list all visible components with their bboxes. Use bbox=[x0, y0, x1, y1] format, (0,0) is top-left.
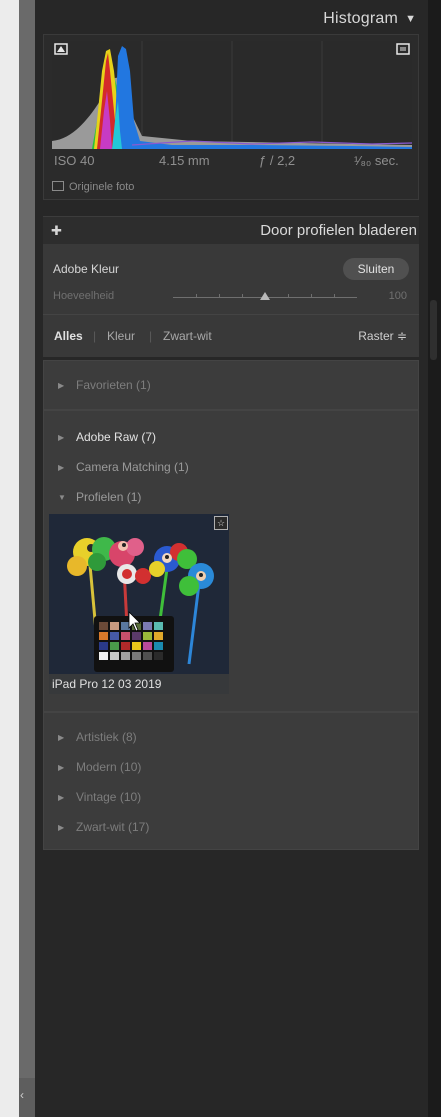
close-button[interactable]: Sluiten bbox=[343, 258, 409, 280]
filter-color[interactable]: Kleur bbox=[107, 329, 135, 343]
group-label: Camera Matching (1) bbox=[76, 460, 189, 474]
group-favorites[interactable]: ▶ Favorieten (1) bbox=[58, 378, 151, 392]
histogram-header[interactable]: Histogram ▼ bbox=[35, 6, 428, 34]
slider-tick bbox=[334, 294, 335, 297]
triangle-down-icon[interactable]: ▼ bbox=[405, 13, 416, 25]
profile-browser-title: Door profielen bladeren bbox=[260, 222, 417, 239]
group-vintage[interactable]: ▶ Vintage (10) bbox=[58, 790, 141, 804]
triangle-right-icon: ▶ bbox=[58, 793, 65, 802]
group-profiles[interactable]: ▼ Profielen (1) bbox=[58, 490, 141, 504]
group-adobe-raw[interactable]: ▶ Adobe Raw (7) bbox=[58, 430, 156, 444]
filter-separator: | bbox=[93, 329, 97, 343]
group-label: Artistiek (8) bbox=[76, 730, 137, 744]
triangle-right-icon: ▶ bbox=[58, 381, 65, 390]
group-label: Modern (10) bbox=[76, 760, 142, 774]
profile-filter-row: Alles | Kleur | Zwart-wit Raster ≑ bbox=[43, 314, 419, 357]
group-label: Vintage (10) bbox=[76, 790, 142, 804]
scrollbar[interactable] bbox=[428, 0, 441, 1117]
filter-all[interactable]: Alles bbox=[54, 329, 83, 343]
triangle-right-icon: ▶ bbox=[58, 823, 65, 832]
left-panel-toggle[interactable]: ‹ bbox=[19, 1078, 35, 1117]
slider-tick bbox=[311, 294, 312, 297]
chevron-icon: ‹ bbox=[20, 1088, 24, 1102]
group-modern[interactable]: ▶ Modern (10) bbox=[58, 760, 141, 774]
histogram-plot bbox=[52, 41, 413, 149]
histogram-title: Histogram bbox=[323, 10, 398, 27]
scrollbar-thumb[interactable] bbox=[430, 300, 437, 360]
original-photo-toggle[interactable]: Originele foto bbox=[52, 181, 134, 193]
group-label: Favorieten (1) bbox=[76, 378, 151, 392]
amount-slider-thumb[interactable] bbox=[260, 292, 270, 300]
star-icon[interactable]: ☆ bbox=[214, 516, 228, 530]
left-panel-edge bbox=[19, 0, 35, 1117]
shutter-value: ¹⁄₈₀ sec. bbox=[354, 153, 399, 168]
slider-tick bbox=[196, 294, 197, 297]
group-camera-matching[interactable]: ▶ Camera Matching (1) bbox=[58, 460, 189, 474]
view-mode-dropdown[interactable]: Raster ≑ bbox=[358, 329, 407, 343]
triangle-right-icon: ▶ bbox=[58, 733, 65, 742]
group-label: Profielen (1) bbox=[76, 490, 142, 504]
current-profile-section: Adobe Kleur Sluiten Hoeveelheid 100 bbox=[43, 244, 419, 314]
current-profile-name: Adobe Kleur bbox=[53, 262, 120, 276]
slider-tick bbox=[288, 294, 289, 297]
thumbnail-image bbox=[49, 514, 229, 694]
checkbox-icon[interactable] bbox=[52, 181, 64, 191]
more-groups-box: ▶ Artistiek (8) ▶ Modern (10) ▶ Vintage (10… bbox=[43, 712, 419, 850]
filter-separator: | bbox=[149, 329, 153, 343]
slider-tick bbox=[242, 294, 243, 297]
triangle-right-icon: ▶ bbox=[58, 463, 65, 472]
amount-value: 100 bbox=[388, 290, 407, 302]
original-photo-label: Originele foto bbox=[69, 181, 135, 193]
amount-label: Hoeveelheid bbox=[53, 290, 115, 302]
triangle-right-icon: ▶ bbox=[58, 763, 65, 772]
plus-icon[interactable]: ✚ bbox=[51, 223, 62, 239]
iso-value: ISO 40 bbox=[54, 153, 95, 168]
focal-length-value: 4.15 mm bbox=[159, 153, 210, 168]
group-label: Adobe Raw (7) bbox=[76, 430, 157, 444]
group-label: Zwart-wit (17) bbox=[76, 820, 150, 834]
favorites-group-box: ▶ Favorieten (1) bbox=[43, 360, 419, 410]
group-artistic[interactable]: ▶ Artistiek (8) bbox=[58, 730, 137, 744]
thumbnail-caption: iPad Pro 12 03 2019 bbox=[49, 674, 229, 694]
triangle-right-icon: ▶ bbox=[58, 433, 65, 442]
slider-tick bbox=[219, 294, 220, 297]
triangle-down-icon: ▼ bbox=[58, 493, 66, 502]
left-window-strip bbox=[0, 0, 19, 1117]
group-bw[interactable]: ▶ Zwart-wit (17) bbox=[58, 820, 149, 834]
profile-thumbnail[interactable]: iPad Pro 12 03 2019 bbox=[49, 514, 229, 694]
aperture-value: ƒ / 2,2 bbox=[259, 153, 296, 168]
histogram-graph[interactable] bbox=[52, 41, 413, 149]
profile-browser-header: ✚ Door profielen bladeren bbox=[43, 216, 419, 245]
filter-bw[interactable]: Zwart-wit bbox=[163, 329, 212, 343]
histogram-exif-info: ISO 40 4.15 mm ƒ / 2,2 ¹⁄₈₀ sec. bbox=[54, 153, 414, 171]
